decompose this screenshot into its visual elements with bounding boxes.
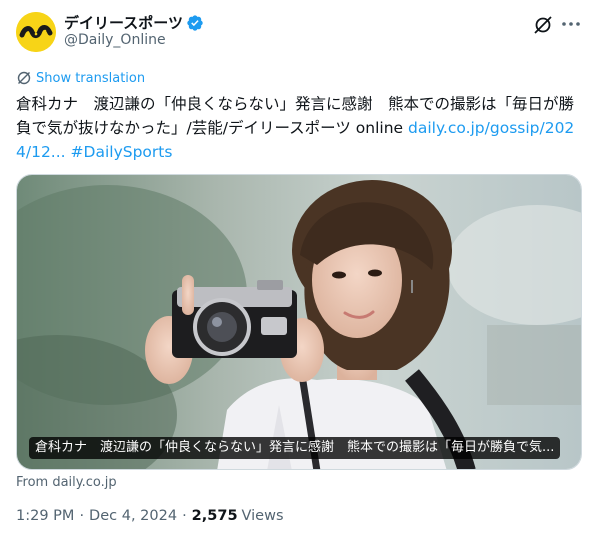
card-photo <box>17 175 581 469</box>
more-options-button[interactable] <box>560 13 582 35</box>
tweet-text: 倉科カナ 渡辺謙の「仲良くならない」発言に感謝 熊本での撮影は「毎日が勝負で気が… <box>16 92 586 164</box>
hashtag-link[interactable]: #DailySports <box>71 143 173 161</box>
avatar[interactable] <box>16 12 56 52</box>
tweet-date[interactable]: Dec 4, 2024 <box>89 508 177 524</box>
handle[interactable]: @Daily_Online <box>64 32 166 48</box>
link-card[interactable]: 倉科カナ 渡辺謙の「仲良くならない」発言に感謝 熊本での撮影は「毎日が勝負で気.… <box>16 174 582 470</box>
show-translation-label: Show translation <box>36 70 146 86</box>
name-row: デイリースポーツ <box>64 12 204 33</box>
daily-sports-logo-icon <box>16 12 56 52</box>
tweet-meta: 1:29 PM · Dec 4, 2024 · 2,575 Views <box>16 508 284 524</box>
card-source[interactable]: From daily.co.jp <box>16 475 117 490</box>
grok-icon <box>534 16 552 34</box>
tweet-header: デイリースポーツ @Daily_Online <box>16 10 582 56</box>
grok-button[interactable] <box>532 14 554 36</box>
meta-separator: · <box>79 508 85 524</box>
tweet-time[interactable]: 1:29 PM <box>16 508 74 524</box>
show-translation-link[interactable]: Show translation <box>16 70 145 86</box>
translate-icon <box>17 71 31 85</box>
views-label: Views <box>241 508 284 524</box>
verified-badge-icon <box>187 14 203 31</box>
views-count[interactable]: 2,575 <box>192 508 238 524</box>
meta-separator: · <box>182 508 187 524</box>
more-options-icon <box>562 22 580 26</box>
card-caption: 倉科カナ 渡辺謙の「仲良くならない」発言に感謝 熊本での撮影は「毎日が勝負で気.… <box>29 437 561 459</box>
display-name[interactable]: デイリースポーツ <box>64 12 183 33</box>
